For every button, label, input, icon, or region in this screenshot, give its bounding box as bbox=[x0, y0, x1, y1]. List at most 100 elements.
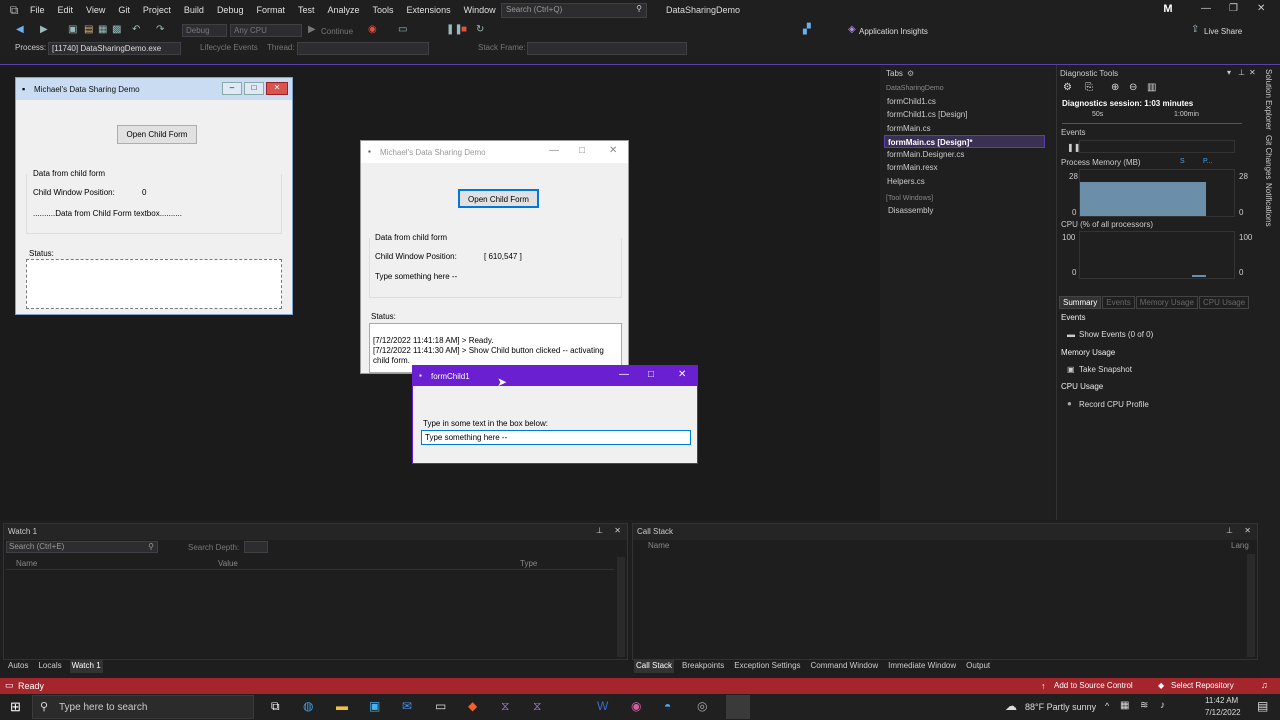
live-share-icon[interactable]: ⇪ bbox=[1191, 24, 1199, 35]
platform-select[interactable]: Any CPU bbox=[230, 24, 302, 37]
live-share-button[interactable]: Live Share bbox=[1204, 27, 1242, 36]
new-project-icon[interactable]: ▣ bbox=[68, 24, 77, 35]
debug-tab[interactable]: Output bbox=[964, 660, 992, 673]
config-select[interactable]: Debug bbox=[182, 24, 227, 37]
pin-icon[interactable]: ⊥ bbox=[1238, 68, 1245, 77]
running-main-form[interactable]: ▪ Michael's Data Sharing Demo — □ ✕ Open… bbox=[360, 140, 629, 374]
word-icon[interactable]: W bbox=[597, 699, 608, 713]
memory-chart[interactable] bbox=[1079, 169, 1235, 217]
close-icon[interactable]: ✕ bbox=[609, 145, 617, 156]
windows-start-icon[interactable]: ⊞ bbox=[10, 699, 21, 715]
diagnostics-tab[interactable]: CPU Usage bbox=[1198, 296, 1250, 309]
take-snapshot-button[interactable]: Take Snapshot bbox=[1079, 365, 1132, 374]
settings-icon[interactable]: ⚙ bbox=[1063, 82, 1072, 93]
tray-chevron-icon[interactable]: ^ bbox=[1105, 701, 1109, 711]
file-explorer-icon[interactable]: ▬ bbox=[336, 699, 348, 713]
active-app-icon[interactable] bbox=[726, 695, 750, 719]
weather-text[interactable]: 88°F Partly sunny bbox=[1025, 702, 1096, 712]
open-child-form-button[interactable]: Open Child Form bbox=[117, 125, 197, 144]
minimize-icon[interactable]: — bbox=[1201, 3, 1211, 14]
record-cpu-profile-button[interactable]: Record CPU Profile bbox=[1079, 400, 1149, 409]
show-events-link[interactable]: Show Events (0 of 0) bbox=[1079, 330, 1153, 339]
avatar[interactable]: M bbox=[1161, 3, 1175, 17]
maximize-icon[interactable]: □ bbox=[648, 369, 654, 380]
close-icon[interactable]: ✕ bbox=[678, 369, 686, 380]
zoom-out-icon[interactable]: ⊖ bbox=[1129, 82, 1137, 93]
redo-icon[interactable]: ↷ bbox=[156, 24, 164, 35]
menu-tools[interactable]: Tools bbox=[373, 5, 394, 15]
menu-analyze[interactable]: Analyze bbox=[328, 5, 360, 15]
open-file-tab[interactable]: formMain.Designer.cs bbox=[884, 148, 1045, 161]
menu-file[interactable]: File bbox=[30, 5, 45, 15]
open-file-tab[interactable]: formMain.cs [Design]* bbox=[884, 134, 1045, 149]
minimize-icon[interactable]: — bbox=[549, 145, 559, 156]
continue-button[interactable]: Continue bbox=[321, 27, 353, 36]
menu-build[interactable]: Build bbox=[184, 5, 204, 15]
chat-icon[interactable]: ◓ bbox=[664, 699, 671, 713]
close-icon[interactable]: ✕ bbox=[614, 526, 621, 535]
weather-icon[interactable]: ☁ bbox=[1005, 699, 1017, 713]
select-repository-button[interactable]: Select Repository bbox=[1171, 681, 1234, 690]
open-file-tab[interactable]: Helpers.cs bbox=[884, 175, 1045, 188]
diagnostics-tab[interactable]: Memory Usage bbox=[1135, 296, 1198, 309]
process-memory-header[interactable]: Process Memory (MB) bbox=[1061, 158, 1141, 167]
network-icon[interactable]: ▦ bbox=[1120, 700, 1129, 711]
save-all-icon[interactable]: ▩ bbox=[112, 24, 121, 35]
process-select[interactable]: [11740] DataSharingDemo.exe bbox=[48, 42, 181, 55]
watch-tab[interactable]: Watch 1 bbox=[69, 660, 103, 673]
events-header[interactable]: Events bbox=[1061, 128, 1085, 137]
child-form[interactable]: ▪ formChild1 — □ ✕ Type in some text in … bbox=[412, 365, 698, 464]
undo-icon[interactable]: ↶ bbox=[132, 24, 140, 35]
open-child-form-button[interactable]: Open Child Form bbox=[458, 189, 539, 208]
close-icon[interactable]: ✕ bbox=[1257, 3, 1265, 14]
diagnostics-tab[interactable]: Summary bbox=[1059, 296, 1102, 309]
timeline-ruler[interactable]: 50s 1:00min bbox=[1062, 110, 1242, 124]
menu-project[interactable]: Project bbox=[143, 5, 171, 15]
edge-icon[interactable]: ◍ bbox=[303, 699, 313, 713]
menu-debug[interactable]: Debug bbox=[217, 5, 244, 15]
terminal-icon[interactable]: ▭ bbox=[435, 699, 446, 713]
debug-tab[interactable]: Call Stack bbox=[634, 660, 675, 673]
debug-tab[interactable]: Exception Settings bbox=[732, 660, 802, 673]
taskbar-search[interactable]: ⚲ Type here to search bbox=[32, 695, 254, 719]
hot-reload-icon[interactable]: ◉ bbox=[368, 24, 377, 35]
forward-icon[interactable]: ▶ bbox=[40, 24, 48, 35]
cpu-chart[interactable] bbox=[1079, 231, 1235, 279]
scrollbar[interactable] bbox=[1247, 554, 1255, 657]
app-icon[interactable]: ◉ bbox=[631, 699, 641, 713]
column-header-lang[interactable]: Lang bbox=[1231, 541, 1249, 550]
column-header-name[interactable]: Name bbox=[16, 559, 37, 568]
design-form[interactable]: ▪ Michael's Data Sharing Demo – □ ✕ Open… bbox=[15, 77, 293, 315]
debug-tab[interactable]: Immediate Window bbox=[886, 660, 958, 673]
menu-view[interactable]: View bbox=[86, 5, 105, 15]
volume-icon[interactable]: ♪ bbox=[1160, 700, 1165, 711]
select-tools-icon[interactable]: ⎘ bbox=[1085, 82, 1093, 93]
watch-tab[interactable]: Locals bbox=[36, 660, 63, 673]
open-file-tab[interactable]: formMain.cs bbox=[884, 122, 1045, 135]
stop-icon[interactable]: ■ bbox=[461, 24, 467, 35]
status-textbox[interactable] bbox=[26, 259, 282, 309]
close-icon[interactable]: ✕ bbox=[1244, 526, 1251, 535]
continue-icon[interactable]: ▶ bbox=[308, 24, 316, 35]
pin-icon[interactable]: ⊥ bbox=[596, 526, 603, 535]
child-text-input[interactable]: Type something here -- bbox=[421, 430, 691, 445]
menu-edit[interactable]: Edit bbox=[58, 5, 74, 15]
restart-icon[interactable]: ↻ bbox=[476, 24, 484, 35]
lifecycle-events-button[interactable]: Lifecycle Events bbox=[200, 43, 258, 52]
media-icon[interactable]: ◎ bbox=[697, 699, 707, 713]
menu-git[interactable]: Git bbox=[118, 5, 130, 15]
debug-tab[interactable]: Command Window bbox=[809, 660, 881, 673]
close-icon[interactable]: ✕ bbox=[1249, 68, 1256, 77]
visual-studio-logo-icon[interactable]: ⧉ bbox=[6, 3, 22, 17]
scrollbar[interactable] bbox=[617, 557, 625, 657]
watch-tab[interactable]: Autos bbox=[6, 660, 30, 673]
pin-icon[interactable]: ⊥ bbox=[1226, 526, 1233, 535]
column-header-type[interactable]: Type bbox=[520, 559, 537, 568]
store-icon[interactable]: ▣ bbox=[369, 699, 380, 713]
process-icon[interactable]: ▭ bbox=[398, 24, 407, 35]
brave-icon[interactable]: ◆ bbox=[468, 699, 477, 713]
solution-explorer-tab[interactable]: Solution Explorer bbox=[1264, 69, 1273, 130]
debug-tab[interactable]: Breakpoints bbox=[680, 660, 726, 673]
restore-icon[interactable]: ❐ bbox=[1229, 3, 1238, 14]
column-header-name[interactable]: Name bbox=[648, 541, 669, 550]
